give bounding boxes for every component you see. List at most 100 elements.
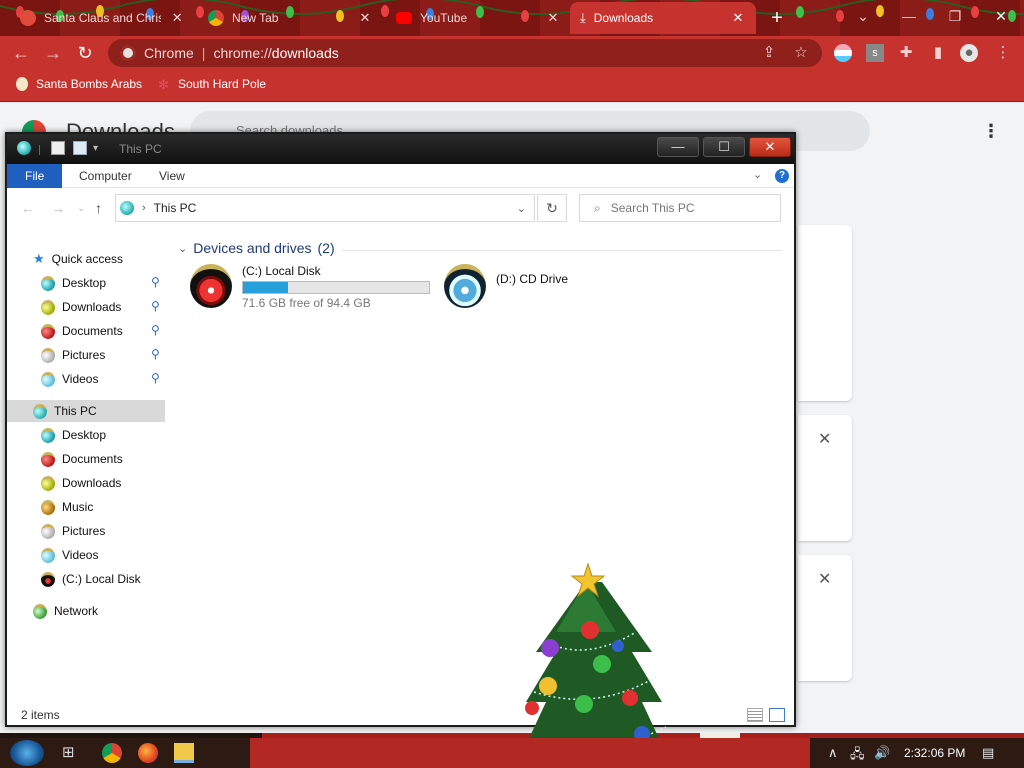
help-icon[interactable]: ? (775, 169, 789, 183)
extension-s-icon[interactable]: s (866, 44, 884, 62)
nav-this-pc[interactable]: This PC (7, 400, 165, 422)
large-icons-view-icon[interactable] (769, 708, 785, 722)
minimize-button[interactable]: — (886, 0, 932, 32)
bookmark-item[interactable]: Santa Bombs Arabs (16, 77, 142, 91)
tab-downloads[interactable]: ⤓ Downloads ✕ (570, 2, 756, 34)
restore-button[interactable]: ❐ (932, 0, 978, 32)
chrome-taskbar-icon[interactable] (102, 743, 122, 763)
omnibox[interactable]: Chrome | chrome://downloads (108, 39, 822, 67)
nav-pc-local-disk[interactable]: (C:) Local Disk (7, 568, 165, 590)
nav-label: Music (62, 500, 94, 514)
tab-search-chevron-icon[interactable]: ⌄ (840, 0, 886, 32)
nav-pc-pictures[interactable]: Pictures (7, 520, 165, 542)
show-hidden-icons-icon[interactable]: ∧ (828, 745, 838, 761)
share-icon[interactable]: ⇪ (760, 44, 778, 62)
nav-pc-videos[interactable]: Videos (7, 544, 165, 566)
tab-santa-claus[interactable]: Santa Claus and Chris ✕ (10, 2, 195, 34)
tab-close-icon[interactable]: ✕ (169, 10, 185, 26)
nav-qa-pictures[interactable]: Pictures ⚲ (7, 344, 165, 366)
drive-item-d[interactable]: (D:) CD Drive (444, 264, 568, 308)
back-button[interactable]: ← (8, 40, 34, 66)
remove-download-icon[interactable]: ✕ (818, 429, 831, 449)
notifications-icon[interactable]: ▤ (982, 745, 994, 761)
up-arrow-icon[interactable]: ↑ (95, 200, 102, 216)
tab-close-icon[interactable]: ✕ (730, 10, 746, 26)
task-view-icon[interactable]: ⊞ (62, 743, 82, 763)
remove-download-icon[interactable]: ✕ (818, 569, 831, 589)
close-window-button[interactable]: ✕ (978, 0, 1024, 32)
drive-item-c[interactable]: (C:) Local Disk 71.6 GB free of 94.4 GB (190, 264, 430, 310)
nav-qa-desktop[interactable]: Desktop ⚲ (7, 272, 165, 294)
pin-icon[interactable]: ⚲ (151, 323, 160, 337)
tab-close-icon[interactable]: ✕ (357, 10, 373, 26)
pin-icon[interactable]: ⚲ (151, 275, 160, 289)
side-panel-icon[interactable]: ▮ (929, 44, 947, 62)
address-dropdown-icon[interactable]: ⌄ (517, 202, 526, 215)
omnibox-separator: | (201, 45, 206, 61)
close-button[interactable]: ✕ (749, 137, 791, 157)
taskbar-left-section: ⊞ (0, 738, 250, 768)
nav-pc-downloads[interactable]: Downloads (7, 472, 165, 494)
chrome-tab-strip: Santa Claus and Chris ✕ New Tab ✕ YouTub… (0, 0, 1024, 36)
refresh-button[interactable]: ↻ (537, 194, 567, 222)
nav-network[interactable]: Network (7, 600, 165, 622)
properties-icon[interactable] (51, 141, 65, 155)
maximize-button[interactable]: ☐ (703, 137, 745, 157)
forward-button[interactable]: → (40, 40, 66, 66)
pin-icon[interactable]: ⚲ (151, 299, 160, 313)
nav-qa-downloads[interactable]: Downloads ⚲ (7, 296, 165, 318)
nav-pc-music[interactable]: Music (7, 496, 165, 518)
page-menu-icon[interactable]: ⋮ (982, 121, 1000, 141)
recent-locations-icon[interactable]: ⌄ (77, 203, 85, 214)
start-button[interactable] (10, 740, 44, 766)
nav-pc-desktop[interactable]: Desktop (7, 424, 165, 446)
profile-avatar-icon[interactable]: ● (960, 44, 978, 62)
bookmark-favicon-icon (16, 77, 28, 91)
firefox-taskbar-icon[interactable] (138, 743, 158, 763)
tab-youtube[interactable]: YouTube ✕ (386, 2, 571, 34)
videos-ornament-icon (41, 371, 55, 387)
breadcrumb-chevron-icon[interactable]: › (142, 202, 146, 214)
tab-file[interactable]: File (7, 164, 63, 188)
back-arrow-icon[interactable]: ← (21, 200, 35, 216)
tab-title: Downloads (593, 11, 654, 25)
drive-name: (C:) Local Disk (242, 264, 321, 278)
tab-close-icon[interactable]: ✕ (545, 10, 561, 26)
minimize-button[interactable]: — (657, 137, 699, 157)
breadcrumb-this-pc[interactable]: This PC (154, 201, 197, 215)
bookmark-star-icon[interactable]: ☆ (792, 44, 810, 62)
nav-quick-access[interactable]: ★ Quick access (7, 248, 165, 270)
nav-qa-documents[interactable]: Documents ⚲ (7, 320, 165, 342)
chrome-menu-icon[interactable]: ⋮ (994, 44, 1012, 62)
collapse-chevron-icon[interactable]: ⌄ (178, 242, 187, 255)
extensions-puzzle-icon[interactable]: ✚ (897, 44, 915, 62)
details-view-icon[interactable] (747, 708, 763, 722)
file-explorer-taskbar-icon[interactable] (174, 743, 194, 763)
qat-dropdown-icon[interactable]: ▾ (93, 143, 103, 157)
drive-free-space: 71.6 GB free of 94.4 GB (242, 296, 371, 310)
tab-new-tab[interactable]: New Tab ✕ (198, 2, 383, 34)
group-header-devices[interactable]: ⌄ Devices and drives (2) (178, 240, 335, 256)
tab-computer[interactable]: Computer (65, 164, 146, 188)
new-tab-button[interactable]: + (764, 6, 790, 30)
volume-icon[interactable]: 🔊 (874, 745, 890, 761)
group-label: Devices and drives (193, 240, 312, 256)
forward-arrow-icon[interactable]: → (51, 200, 65, 216)
nav-pc-documents[interactable]: Documents (7, 448, 165, 470)
pin-icon[interactable]: ⚲ (151, 347, 160, 361)
address-bar[interactable]: › This PC ⌄ (115, 194, 535, 222)
download-card: ✕ (798, 415, 852, 541)
network-icon[interactable]: 🖧 (850, 745, 865, 767)
tab-favicon-icon (20, 10, 36, 26)
search-input[interactable]: ⌕ Search This PC (579, 194, 781, 222)
pin-icon[interactable]: ⚲ (151, 371, 160, 385)
bookmark-item[interactable]: ✻ South Hard Pole (158, 77, 266, 92)
reload-button[interactable]: ↻ (72, 40, 98, 66)
new-folder-icon[interactable] (73, 141, 87, 155)
explorer-title-bar[interactable]: ▾ This PC — ☐ ✕ (7, 134, 794, 164)
clock[interactable]: 2:32:06 PM (904, 746, 965, 760)
extension-flag-icon[interactable] (834, 44, 852, 62)
tab-view[interactable]: View (145, 164, 199, 188)
expand-ribbon-icon[interactable]: ⌄ (753, 168, 762, 181)
nav-qa-videos[interactable]: Videos ⚲ (7, 368, 165, 390)
